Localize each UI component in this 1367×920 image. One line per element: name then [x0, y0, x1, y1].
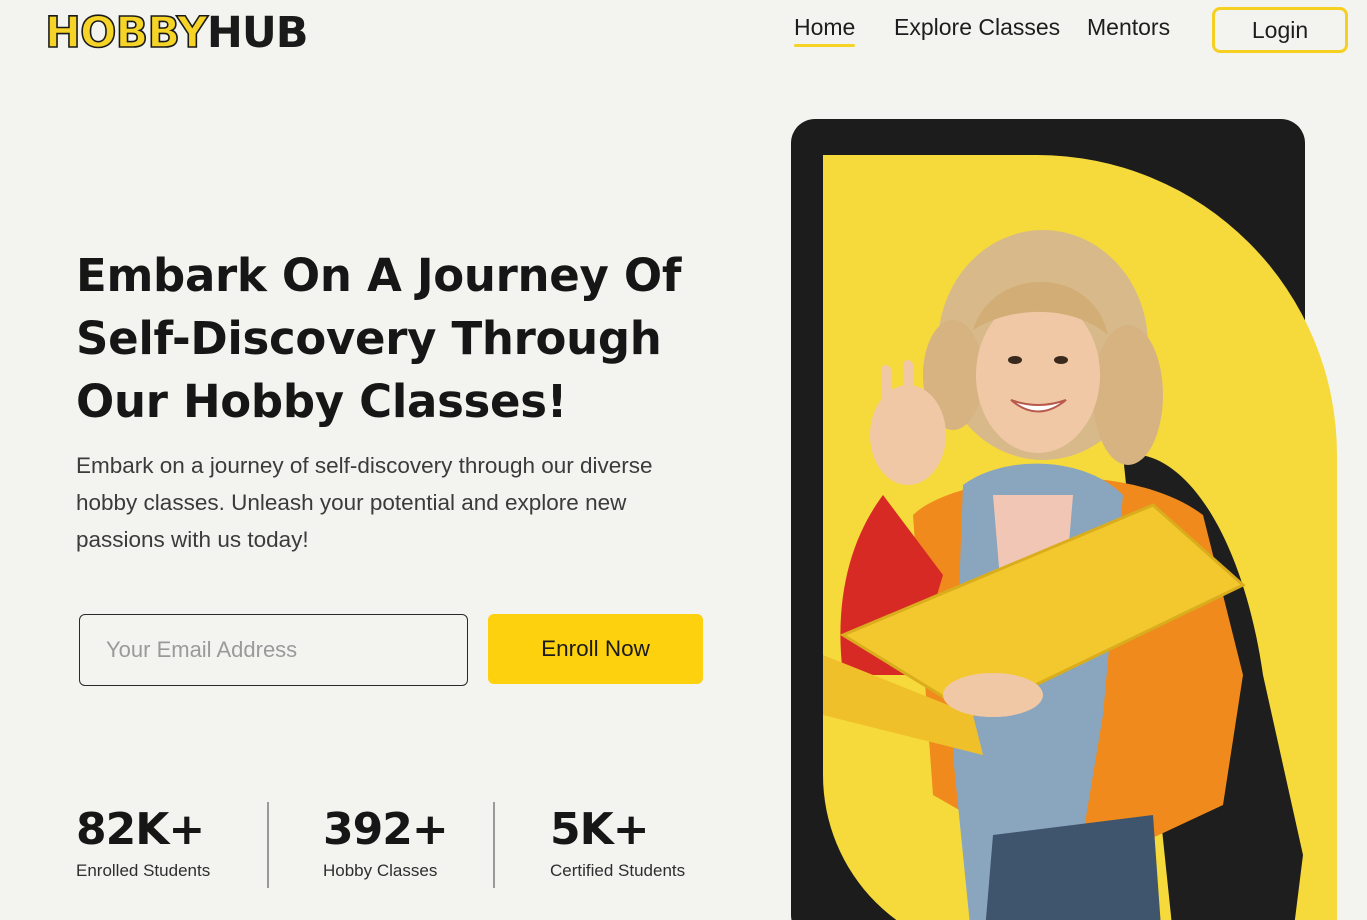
stat-value: 82K+	[76, 804, 205, 855]
hero-title-line-2: Self-Discovery Through	[76, 312, 662, 365]
stat-divider	[267, 802, 269, 888]
enroll-now-button[interactable]: Enroll Now	[488, 614, 703, 684]
stat-divider	[493, 802, 495, 888]
hobbyhub-logo[interactable]: HOBBYHUB	[44, 8, 309, 58]
nav-explore-classes-link[interactable]: Explore Classes	[894, 14, 1060, 44]
nav-mentors-link[interactable]: Mentors	[1087, 14, 1170, 44]
stat-enrolled-students: 82K+ Enrolled Students	[76, 803, 210, 881]
hero-title-line-3: Our Hobby Classes!	[76, 375, 567, 428]
email-input[interactable]	[79, 614, 468, 686]
stat-value: 392+	[323, 804, 449, 855]
logo-part-hub: HUB	[206, 8, 309, 58]
hero-subtitle: Embark on a journey of self-discovery th…	[76, 453, 653, 552]
login-button[interactable]: Login	[1212, 7, 1348, 53]
stat-label: Certified Students	[550, 861, 686, 880]
logo-part-hobby: HOBBY	[44, 8, 208, 58]
stat-value: 5K+	[550, 804, 650, 855]
stat-label: Enrolled Students	[76, 861, 211, 880]
hero-title: Embark On A Journey Of Self-Discovery Th…	[76, 244, 756, 433]
smiling-student-photo-icon	[823, 230, 1303, 920]
hero-image	[823, 155, 1337, 920]
stat-hobby-classes: 392+ Hobby Classes	[323, 803, 449, 881]
hero-title-line-1: Embark On A Journey Of	[76, 249, 682, 302]
stat-label: Hobby Classes	[323, 861, 438, 880]
stat-certified-students: 5K+ Certified Students	[550, 803, 685, 881]
landing-page: HOBBYHUB Home Explore Classes Mentors Lo…	[0, 0, 1367, 920]
nav-home-link[interactable]: Home	[794, 14, 856, 47]
